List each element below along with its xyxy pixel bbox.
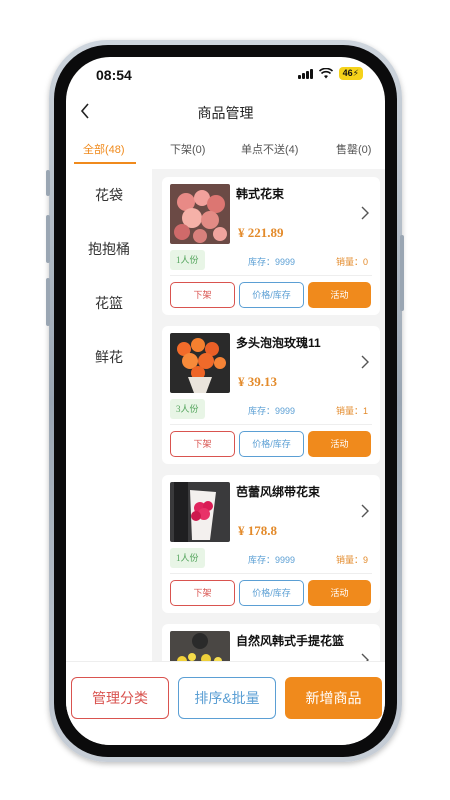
activity-button[interactable]: 活动	[308, 431, 371, 457]
status-icons: 46⚡	[297, 67, 363, 80]
product-image	[170, 631, 230, 661]
product-name: 芭蕾风绑带花束	[236, 485, 321, 499]
divider	[170, 573, 372, 574]
chevron-right-icon[interactable]	[360, 205, 370, 221]
screen: 08:54 46⚡ 商品管理 全部(48) 下架(0) 单点不送(4) 售罄(0…	[66, 57, 385, 745]
product-image	[170, 482, 230, 542]
take-offline-button[interactable]: 下架	[170, 431, 235, 457]
product-price: ¥ 221.89	[238, 225, 284, 240]
category-sidebar: 花袋 抱抱桶 花篮 鲜花	[66, 169, 152, 667]
tab-sold-out[interactable]: 售罄(0)	[336, 141, 371, 157]
take-offline-button[interactable]: 下架	[170, 282, 235, 308]
product-image	[170, 333, 230, 393]
serving-badge: 1人份	[170, 548, 205, 568]
signal-icon	[297, 68, 313, 79]
chevron-right-icon[interactable]	[360, 652, 370, 661]
manage-category-button[interactable]: 管理分类	[71, 677, 169, 719]
active-tab-indicator	[74, 162, 136, 164]
price-stock-button[interactable]: 价格/库存	[239, 431, 304, 457]
product-name: 多头泡泡玫瑰11	[236, 336, 321, 350]
product-price: ¥ 39.13	[238, 374, 277, 389]
price-stock-button[interactable]: 价格/库存	[239, 282, 304, 308]
chevron-right-icon[interactable]	[360, 354, 370, 370]
product-name: 自然风韩式手提花篮	[236, 634, 345, 648]
divider	[170, 424, 372, 425]
battery-network-badge: 46⚡	[338, 67, 363, 80]
power-button	[400, 235, 404, 311]
tab-not-deliver-alone[interactable]: 单点不送(4)	[241, 141, 298, 157]
price-stock-button[interactable]: 价格/库存	[239, 580, 304, 606]
page-title: 商品管理	[197, 105, 254, 121]
product-card[interactable]: 芭蕾风绑带花束 ¥ 178.8 1人份 库存：9999 销量：9 下架 价格/库…	[162, 475, 380, 613]
stock-text: 库存：9999	[248, 406, 296, 416]
stage: 08:54 46⚡ 商品管理 全部(48) 下架(0) 单点不送(4) 售罄(0…	[0, 0, 450, 800]
divider	[170, 275, 372, 276]
wifi-icon	[318, 68, 333, 79]
serving-badge: 1人份	[170, 250, 205, 270]
sales-text: 销量：1	[336, 406, 369, 416]
product-card[interactable]: 自然风韩式手提花篮	[162, 624, 380, 661]
filter-tabs: 全部(48) 下架(0) 单点不送(4) 售罄(0)	[66, 135, 385, 165]
tab-offline[interactable]: 下架(0)	[170, 141, 205, 157]
serving-badge: 3人份	[170, 399, 205, 419]
stock-text: 库存：9999	[248, 257, 296, 267]
nav-bar: 商品管理	[66, 93, 385, 131]
sales-text: 销量：9	[336, 555, 369, 565]
product-card[interactable]: 多头泡泡玫瑰11 ¥ 39.13 3人份 库存：9999 销量：1 下架 价格/…	[162, 326, 380, 464]
product-name: 韩式花束	[236, 187, 285, 201]
volume-up-button	[46, 215, 50, 263]
sales-text: 销量：0	[336, 257, 369, 267]
status-bar: 08:54 46⚡	[66, 57, 385, 93]
activity-button[interactable]: 活动	[308, 580, 371, 606]
tab-all[interactable]: 全部(48)	[83, 141, 125, 157]
take-offline-button[interactable]: 下架	[170, 580, 235, 606]
mute-switch	[46, 170, 50, 196]
status-time: 08:54	[96, 67, 132, 83]
sort-batch-button[interactable]: 排序&批量	[178, 677, 276, 719]
product-card[interactable]: 韩式花束 ¥ 221.89 1人份 库存：9999 销量：0 下架 价格/库存 …	[162, 177, 380, 315]
chevron-right-icon[interactable]	[360, 503, 370, 519]
product-list: 韩式花束 ¥ 221.89 1人份 库存：9999 销量：0 下架 价格/库存 …	[152, 169, 385, 661]
category-item[interactable]: 花篮	[66, 293, 152, 313]
stock-text: 库存：9999	[248, 555, 296, 565]
category-item[interactable]: 抱抱桶	[66, 239, 152, 259]
category-item[interactable]: 鲜花	[66, 347, 152, 367]
activity-button[interactable]: 活动	[308, 282, 371, 308]
volume-down-button	[46, 278, 50, 326]
product-image	[170, 184, 230, 244]
category-item[interactable]: 花袋	[66, 185, 152, 205]
add-product-button[interactable]: 新增商品	[285, 677, 382, 719]
bottom-action-bar: 管理分类 排序&批量 新增商品	[66, 661, 385, 745]
product-price: ¥ 178.8	[238, 523, 277, 538]
